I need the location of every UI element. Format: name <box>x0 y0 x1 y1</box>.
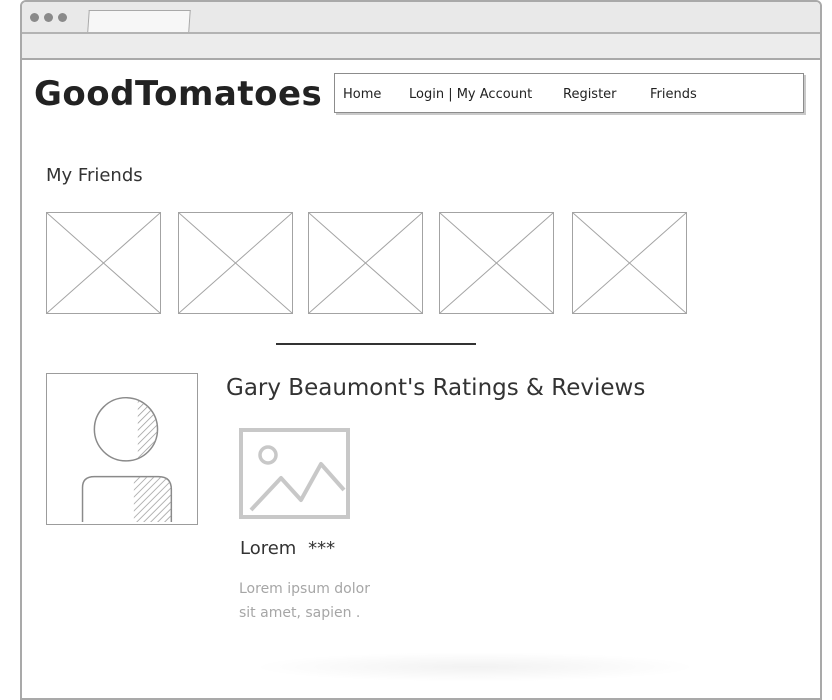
image-icon[interactable] <box>239 428 350 519</box>
friend-image-placeholder[interactable] <box>572 212 687 314</box>
review-movie-heading: Lorem *** <box>240 538 335 559</box>
friend-image-placeholder[interactable] <box>308 212 423 314</box>
bottom-shadow <box>250 652 700 682</box>
friends-section-title: My Friends <box>46 165 143 186</box>
section-divider <box>276 343 476 345</box>
review-rating: *** <box>308 538 336 559</box>
nav-login-account-link[interactable]: Login | My Account <box>409 87 532 102</box>
window-minimize-dot[interactable] <box>44 13 53 22</box>
window-maximize-dot[interactable] <box>58 13 67 22</box>
nav-friends-link[interactable]: Friends <box>650 87 697 102</box>
review-movie-title[interactable]: Lorem <box>240 538 296 559</box>
friend-image-placeholder[interactable] <box>178 212 293 314</box>
browser-tab[interactable] <box>87 10 191 32</box>
user-icon <box>81 396 173 523</box>
user-avatar[interactable] <box>46 373 198 525</box>
main-nav: Home Login | My Account Register Friends <box>334 73 804 113</box>
nav-home-link[interactable]: Home <box>343 87 381 102</box>
reviews-title: Gary Beaumont's Ratings & Reviews <box>226 375 646 401</box>
friend-image-placeholder[interactable] <box>46 212 161 314</box>
browser-titlebar <box>22 2 820 34</box>
nav-register-link[interactable]: Register <box>563 87 617 102</box>
window-close-dot[interactable] <box>30 13 39 22</box>
friend-image-placeholder[interactable] <box>439 212 554 314</box>
review-text: Lorem ipsum dolor sit amet, sapien . <box>239 581 370 621</box>
address-bar[interactable] <box>22 34 820 60</box>
site-logo[interactable]: GoodTomatoes <box>34 74 322 114</box>
